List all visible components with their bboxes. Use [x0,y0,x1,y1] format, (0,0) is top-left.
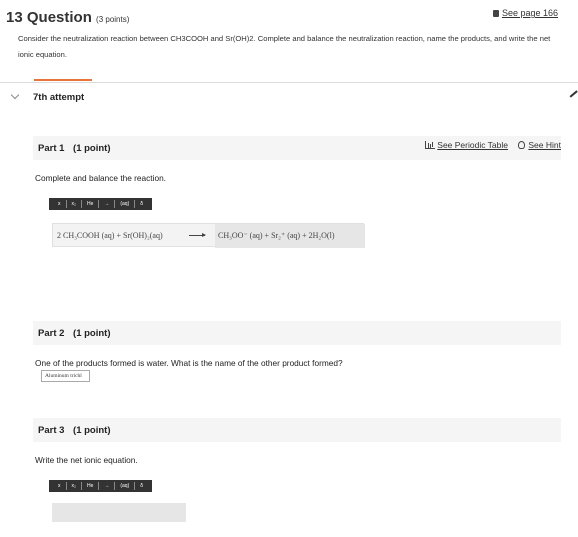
periodic-table-icon [425,141,436,149]
toolbar-subscript-button[interactable]: x₂ [67,482,82,490]
part1-points: (1 point) [73,143,111,154]
toolbar-state-button[interactable]: (aq) [115,482,136,490]
part2-header: Part 2 (1 point) [33,321,561,345]
toolbar-element-button[interactable]: He [82,200,100,208]
collapse-icon[interactable] [569,90,578,98]
book-icon [492,10,499,17]
question-description: Consider the neutralization reaction bet… [18,34,551,59]
question-points: (3 points) [96,15,130,24]
toolbar-arrow-button[interactable]: → [99,200,116,208]
attempt-label: 7th attempt [33,92,85,103]
see-page-label: See page 166 [501,8,558,18]
part3-header: Part 3 (1 point) [33,418,561,442]
part1-prompt: Complete and balance the reaction. [35,173,166,183]
see-page-link[interactable]: See page 166 [492,8,558,18]
part1-equation-box: 2 CH₃COOH (aq) + Sr(OH)₂(aq) CH₃OO⁻ (aq)… [52,223,365,248]
part3-equation-input[interactable] [52,503,186,522]
part3-equation-toolbar: x x₂ He → (aq) δ [49,480,153,492]
part2-title: Part 2 (1 point) [38,328,117,339]
part1-equation-toolbar: x x₂ He → (aq) δ [49,198,153,210]
question-title: 13 Question (3 points) [6,9,129,26]
part1-label: Part 1 [38,143,65,154]
hint-link[interactable]: See Hint [528,140,561,150]
part2-prompt: One of the products formed is water. Wha… [35,358,343,368]
equation-products-field[interactable]: CH₃OO⁻ (aq) + Sr₂⁺ (aq) + 2H₂O(l) [215,224,365,248]
header-accent-bar [34,79,92,81]
lightbulb-icon [518,141,526,149]
question-header: 13 Question (3 points) See page 166 Cons… [0,0,578,83]
part1-title: Part 1 (1 point) [38,143,117,154]
toolbar-delta-button[interactable]: δ [135,482,148,490]
chevron-down-icon[interactable] [10,90,20,100]
equation-products: CH₃OO⁻ (aq) + Sr₂⁺ (aq) + 2H₂O(l) [218,231,335,240]
periodic-table-link[interactable]: See Periodic Table [437,140,508,150]
toolbar-arrow-button[interactable]: → [99,482,116,490]
toolbar-delta-button[interactable]: δ [135,200,148,208]
question-number: 13 [6,9,23,26]
reaction-arrow [189,233,206,237]
toolbar-superscript-button[interactable]: x [53,200,67,208]
part1-header: Part 1 (1 point) See Periodic Table See … [33,136,561,160]
toolbar-superscript-button[interactable]: x [53,482,67,490]
equation-reactants: 2 CH₃COOH (aq) + Sr(OH)₂(aq) [57,231,163,240]
part2-label: Part 2 [38,328,65,339]
part2-points: (1 point) [73,328,111,339]
part3-prompt: Write the net ionic equation. [35,455,138,465]
part3-points: (1 point) [73,425,111,436]
attempt-row[interactable]: 7th attempt [0,88,578,108]
part1-tools: See Periodic Table See Hint [425,140,561,150]
question-label: Question [26,9,92,26]
part3-title: Part 3 (1 point) [38,425,117,436]
toolbar-state-button[interactable]: (aq) [115,200,136,208]
toolbar-subscript-button[interactable]: x₂ [67,200,82,208]
part2-answer-input[interactable]: Aluminum trichl [41,370,90,382]
part3-label: Part 3 [38,425,65,436]
toolbar-element-button[interactable]: He [82,482,100,490]
